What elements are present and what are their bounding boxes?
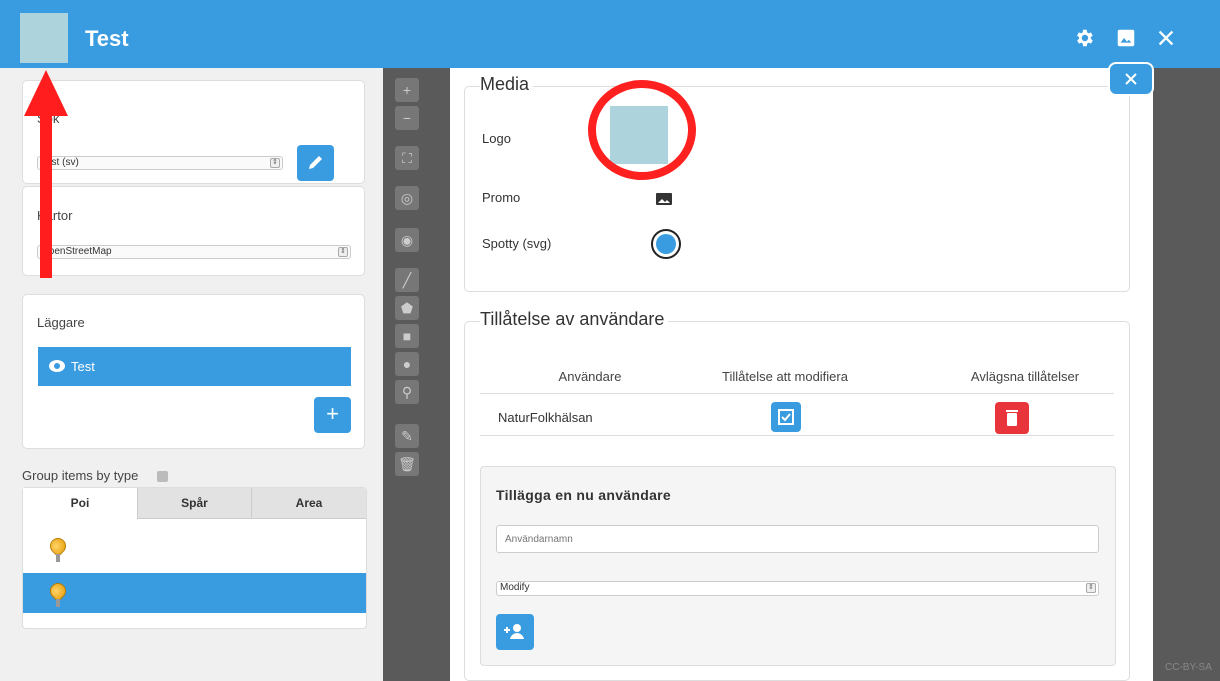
tab-area[interactable]: Area [251, 488, 366, 519]
close-panel-button[interactable] [1108, 62, 1154, 96]
pin-stem [56, 599, 60, 607]
delete-permission-button[interactable] [995, 402, 1029, 434]
promo-label: Promo [482, 190, 521, 205]
zoom-out-button[interactable]: − [395, 106, 419, 130]
header-logo-placeholder [20, 13, 68, 63]
sidebar: Sök Test (sv) ⇕ Kartor OpenStreetMap ⇕ L… [0, 68, 383, 681]
maps-panel: Kartor OpenStreetMap ⇕ [22, 186, 365, 276]
search-panel: Sök Test (sv) ⇕ [22, 80, 365, 184]
permissions-legend: Tillåtelse av användare [480, 309, 669, 330]
table-divider [480, 435, 1114, 436]
type-tabs: Poi Spår Area [22, 487, 367, 629]
annotation-arrow-shaft [40, 108, 52, 278]
image-icon[interactable] [655, 192, 673, 211]
eye-icon[interactable] [48, 358, 66, 377]
close-icon [1125, 73, 1137, 85]
layer-item-active[interactable]: Test [38, 347, 351, 386]
add-user-title: Tillägga en nu användare [496, 487, 671, 503]
media-fieldset [464, 86, 1130, 292]
marker-locate-icon[interactable]: ◉ [395, 228, 419, 252]
check-icon [778, 409, 794, 425]
select-caret-icon: ⇕ [1086, 583, 1096, 593]
layers-panel-title: Läggare [37, 315, 85, 330]
username-input[interactable] [496, 525, 1099, 553]
annotation-arrow-head [24, 70, 68, 116]
modify-checkbox[interactable] [771, 402, 801, 432]
close-icon[interactable] [1155, 27, 1177, 49]
column-header-user: Användare [558, 369, 622, 384]
list-item[interactable] [23, 528, 366, 568]
permission-select-value: Modify [500, 582, 530, 593]
add-person-icon [504, 624, 524, 639]
permission-select[interactable]: Modify ⇕ [496, 581, 1099, 596]
edit-layers-icon[interactable]: ✎ [395, 424, 419, 448]
pencil-icon [309, 156, 322, 169]
map-background-right[interactable]: CC-BY-SA [1153, 68, 1220, 681]
tab-spar[interactable]: Spår [137, 488, 251, 519]
map-attribution: CC-BY-SA [1165, 662, 1212, 673]
locate-icon[interactable]: ◎ [395, 186, 419, 210]
marker-draw-icon[interactable]: ⚲ [395, 380, 419, 404]
tab-poi[interactable]: Poi [23, 488, 137, 519]
group-items-checkbox[interactable] [157, 471, 168, 482]
table-divider [480, 393, 1114, 394]
trash-icon [1006, 410, 1018, 426]
settings-content: Media Logo Promo Spotty (svg) Tillåtelse… [450, 68, 1153, 681]
fullscreen-icon[interactable]: ⛶ [395, 146, 419, 170]
logo-label: Logo [482, 131, 511, 146]
spotty-icon[interactable] [651, 229, 681, 259]
list-item-selected[interactable] [23, 573, 366, 613]
map-select[interactable]: OpenStreetMap ⇕ [37, 245, 351, 259]
add-user-button[interactable] [496, 614, 534, 650]
line-draw-icon[interactable]: ╱ [395, 268, 419, 292]
add-user-panel: Tillägga en nu användare Modify ⇕ [480, 466, 1116, 666]
edit-button[interactable] [297, 145, 334, 181]
column-header-modify: Tillåtelse att modifiera [722, 369, 848, 384]
language-select[interactable]: Test (sv) ⇕ [37, 156, 283, 170]
page-title: Test [85, 26, 129, 51]
app-header: Test [0, 0, 1220, 68]
highlight-circle [588, 80, 696, 180]
zoom-in-button[interactable]: + [395, 78, 419, 102]
image-icon[interactable] [1115, 27, 1137, 49]
delete-layers-icon[interactable]: 🗑 [395, 452, 419, 476]
layer-item-label: Test [71, 359, 95, 374]
layers-panel: Läggare Test + [22, 294, 365, 449]
map-background[interactable]: + − ⛶ ◎ ◉ ╱ ⬟ ■ ● ⚲ ✎ 🗑 [383, 68, 450, 681]
gear-icon[interactable] [1073, 27, 1095, 49]
circle-draw-icon[interactable]: ● [395, 352, 419, 376]
add-layer-button[interactable]: + [314, 397, 351, 433]
media-legend: Media [480, 74, 534, 95]
rectangle-draw-icon[interactable]: ■ [395, 324, 419, 348]
column-header-remove: Avlägsna tillåtelser [970, 369, 1080, 384]
select-caret-icon: ⇕ [270, 158, 280, 168]
select-caret-icon: ⇕ [338, 247, 348, 257]
polygon-draw-icon[interactable]: ⬟ [395, 296, 419, 320]
user-name-cell: NaturFolkhälsan [498, 410, 593, 425]
pin-stem [56, 554, 60, 562]
group-items-label: Group items by type [22, 468, 139, 483]
spotty-label: Spotty (svg) [482, 236, 552, 251]
